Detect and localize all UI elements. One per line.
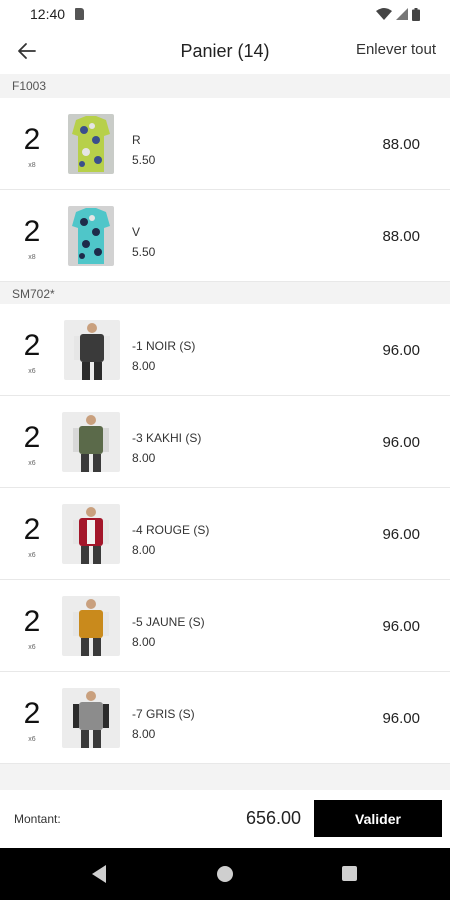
item-quantity: 2 <box>23 605 41 638</box>
cart-item[interactable]: 2 x6 -7 GRIS (S) 8.00 96.00 <box>0 672 450 764</box>
group-header-sm702: SM702* <box>0 282 450 306</box>
product-image <box>68 114 114 174</box>
system-nav-bar <box>0 848 450 900</box>
item-quantity: 2 <box>23 697 41 730</box>
item-unit-price: 5.50 <box>132 245 156 259</box>
product-image <box>62 688 120 748</box>
item-pack-size: x6 <box>28 644 36 651</box>
item-quantity: 2 <box>23 421 41 454</box>
amount-value: 656.00 <box>246 808 302 828</box>
wifi-icon <box>376 8 392 20</box>
item-unit-price: 5.50 <box>132 153 156 167</box>
item-unit-price: 8.00 <box>132 543 156 557</box>
item-total: 88.00 <box>382 136 420 153</box>
cart-item[interactable]: 2 x6 -1 NOIR (S) 8.00 96.00 <box>0 304 450 396</box>
battery-icon <box>412 7 420 21</box>
item-pack-size: x6 <box>28 552 36 559</box>
item-total: 96.00 <box>382 710 420 727</box>
item-total: 96.00 <box>382 618 420 635</box>
product-image <box>62 504 120 564</box>
cart-item[interactable]: 2 x8 V 5.50 88.00 <box>0 190 450 282</box>
product-image <box>64 320 120 380</box>
item-total: 96.00 <box>382 526 420 543</box>
signal-icon <box>396 8 408 20</box>
item-name: -3 KAKHI (S) <box>132 431 202 445</box>
group-header-f1003: F1003 <box>0 74 450 98</box>
item-quantity: 2 <box>23 513 41 546</box>
item-name: -5 JAUNE (S) <box>132 615 205 629</box>
app-bar: Panier (14) Enlever tout <box>0 28 450 74</box>
item-pack-size: x6 <box>28 368 36 375</box>
cart-item[interactable]: 2 x6 -5 JAUNE (S) 8.00 96.00 <box>0 580 450 672</box>
back-button[interactable] <box>14 38 40 64</box>
nav-recents-icon[interactable] <box>342 866 357 881</box>
item-pack-size: x8 <box>28 254 36 261</box>
nav-home-icon[interactable] <box>217 866 233 882</box>
item-unit-price: 8.00 <box>132 359 156 373</box>
amount-label: Montant: <box>14 812 61 826</box>
nav-back-icon[interactable] <box>90 864 108 884</box>
sd-card-icon <box>75 8 85 20</box>
cart-item[interactable]: 2 x6 -4 ROUGE (S) 8.00 96.00 <box>0 488 450 580</box>
product-image <box>62 596 120 656</box>
item-quantity: 2 <box>23 329 41 362</box>
item-total: 96.00 <box>382 434 420 451</box>
item-quantity: 2 <box>23 215 41 248</box>
status-bar: 12:40 <box>0 0 450 28</box>
item-unit-price: 8.00 <box>132 727 156 741</box>
cart-item[interactable]: 2 x6 -3 KAKHI (S) 8.00 96.00 <box>0 396 450 488</box>
status-left: 12:40 <box>30 6 85 22</box>
arrow-left-icon <box>18 43 36 59</box>
item-name: V <box>132 225 141 239</box>
status-time: 12:40 <box>30 6 66 22</box>
checkout-bar: Montant: 656.00 Valider <box>0 790 450 848</box>
item-name: -7 GRIS (S) <box>132 707 195 721</box>
item-total: 88.00 <box>382 228 420 245</box>
item-unit-price: 8.00 <box>132 451 156 465</box>
product-image <box>62 412 120 472</box>
item-name: R <box>132 133 141 147</box>
validate-button[interactable]: Valider <box>314 800 442 837</box>
product-image <box>68 206 114 266</box>
item-unit-price: 8.00 <box>132 635 156 649</box>
item-name: -4 ROUGE (S) <box>132 523 210 537</box>
item-total: 96.00 <box>382 342 420 359</box>
item-pack-size: x6 <box>28 736 36 743</box>
item-name: -1 NOIR (S) <box>132 339 196 353</box>
status-right <box>376 7 420 21</box>
item-quantity: 2 <box>23 123 41 156</box>
cart-item[interactable]: 2 x8 R 5.50 88.00 <box>0 98 450 190</box>
remove-all-button[interactable]: Enlever tout <box>356 41 436 58</box>
list-spacer <box>0 764 450 790</box>
item-pack-size: x8 <box>28 162 36 169</box>
item-pack-size: x6 <box>28 460 36 467</box>
